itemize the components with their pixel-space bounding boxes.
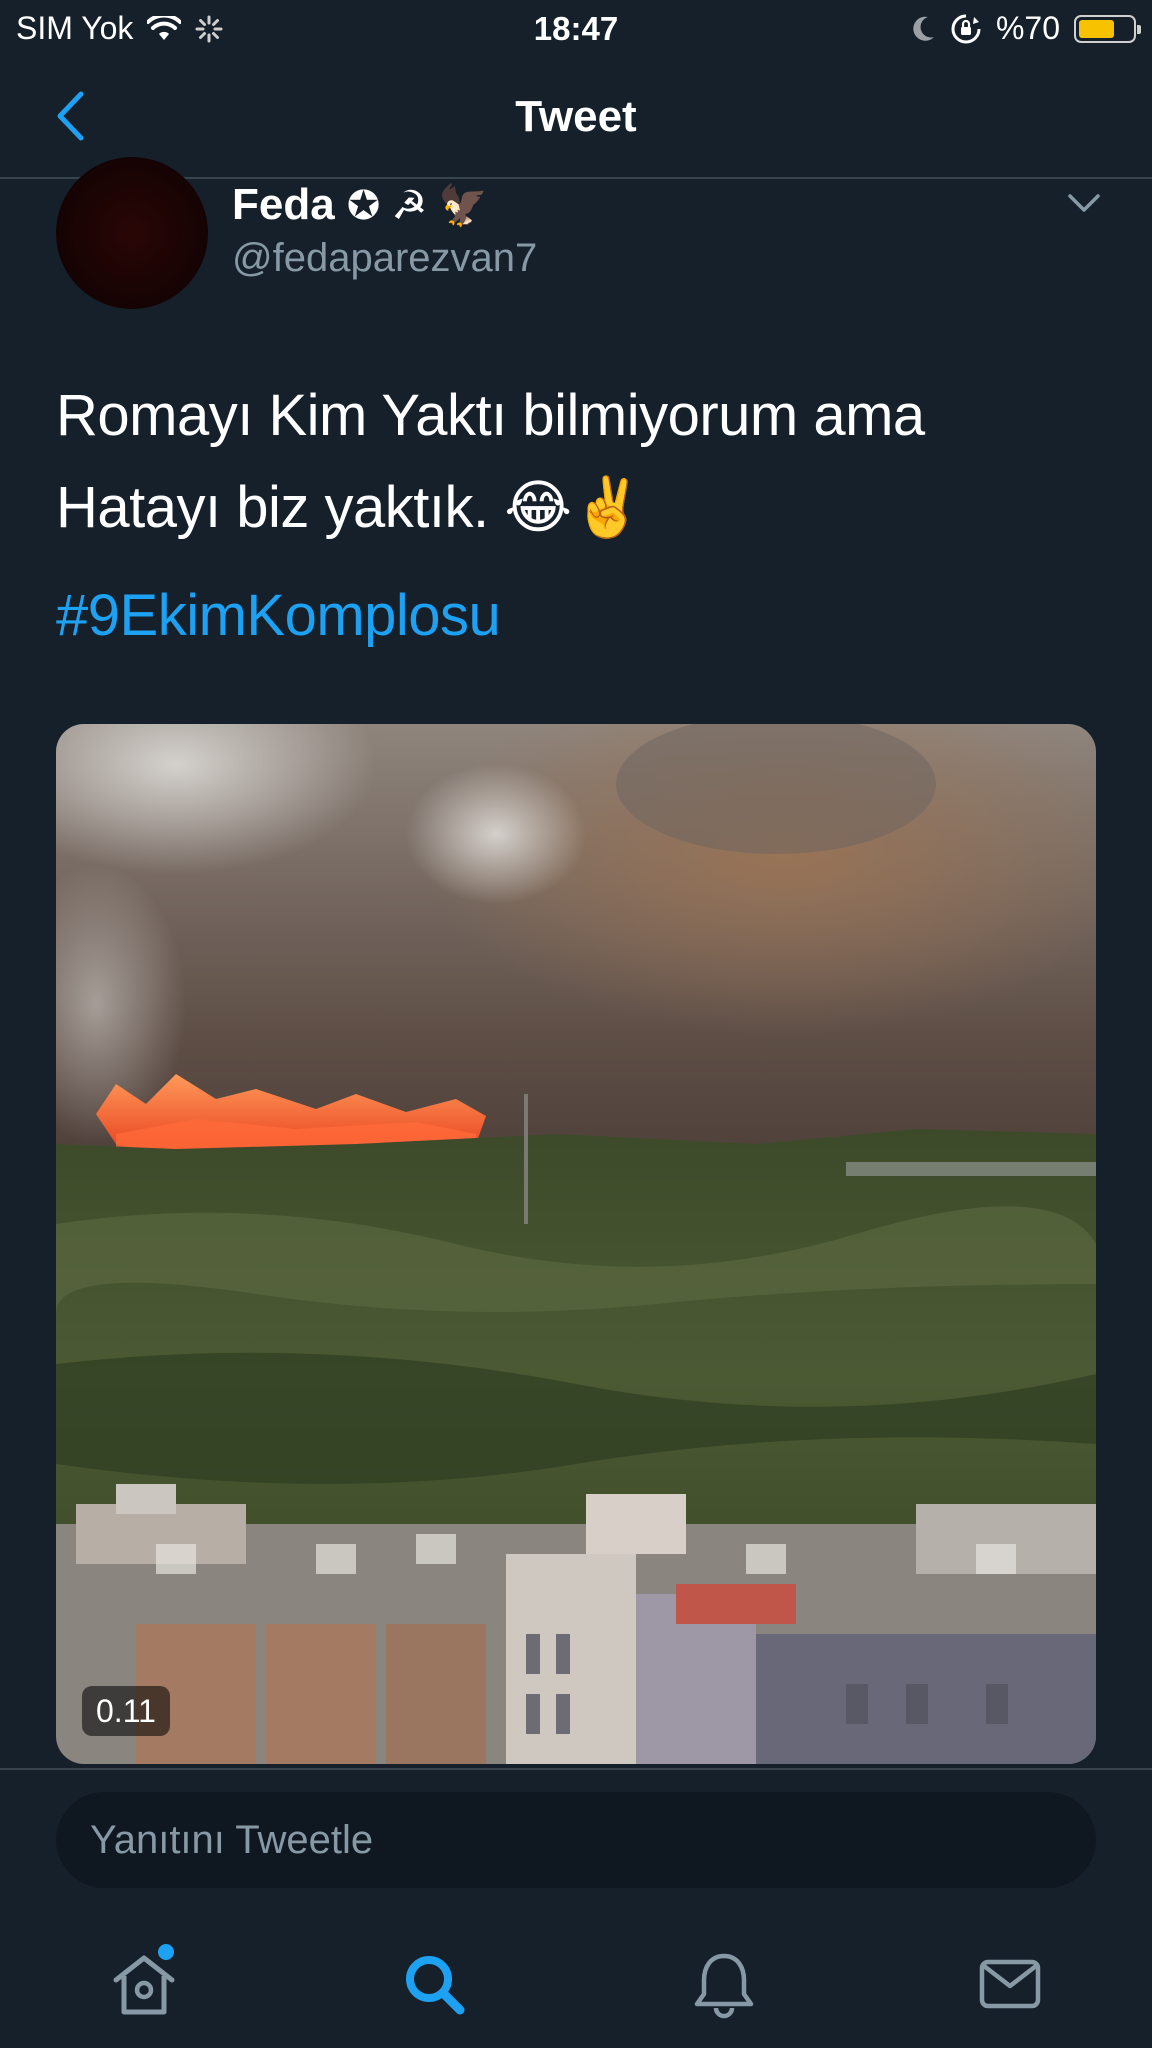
header: Tweet — [0, 58, 1152, 179]
tweet-text-line: Hatayı biz yaktık. 😂✌️ — [56, 475, 644, 540]
divider — [0, 1768, 1152, 1770]
tab-bar — [0, 1910, 1152, 2048]
user-handle[interactable]: @fedaparezvan7 — [232, 236, 537, 281]
tweet-video[interactable]: 0.11 — [56, 724, 1096, 1764]
orientation-lock-icon — [951, 14, 981, 43]
video-time-badge: 0.11 — [82, 1686, 170, 1736]
tweet-detail-screen: SIM Yok 18:47 %70 Tweet Feda ✪ ☭ 🦅 @feda… — [0, 0, 1152, 2048]
name-symbols: ✪ ☭ 🦅 — [346, 183, 489, 228]
status-bar: SIM Yok 18:47 %70 — [0, 0, 1152, 58]
battery-percent: %70 — [995, 10, 1060, 46]
tab-messages[interactable] — [974, 1948, 1046, 2020]
hashtag-link[interactable]: #9EkimKomplosu — [56, 582, 501, 649]
bell-icon — [694, 1953, 754, 2019]
search-icon — [406, 1956, 465, 2015]
battery-fill — [1079, 19, 1114, 38]
tweet-text: Romayı Kim Yaktı bilmiyorum ama Hatayı b… — [56, 370, 1096, 554]
chevron-down-icon — [1068, 194, 1100, 212]
display-name: Feda — [232, 180, 335, 229]
tab-home[interactable] — [108, 1944, 180, 2020]
tweet-options-button[interactable] — [1064, 184, 1104, 224]
tab-notifications[interactable] — [688, 1948, 760, 2020]
author-name-row[interactable]: Feda ✪ ☭ 🦅 — [232, 178, 488, 232]
tab-search[interactable] — [398, 1948, 470, 2020]
mail-icon — [979, 1959, 1041, 2009]
tweet-text-line: Romayı Kim Yaktı bilmiyorum ama — [56, 383, 925, 448]
page-title: Tweet — [515, 92, 637, 141]
battery-icon — [1074, 14, 1141, 43]
moon-icon — [913, 16, 934, 41]
notification-dot — [158, 1944, 174, 1960]
video-thumbnail-image — [56, 724, 1096, 1764]
status-right: %70 — [910, 10, 1141, 47]
avatar[interactable] — [56, 157, 208, 309]
reply-input[interactable]: Yanıtını Tweetle — [56, 1792, 1096, 1888]
